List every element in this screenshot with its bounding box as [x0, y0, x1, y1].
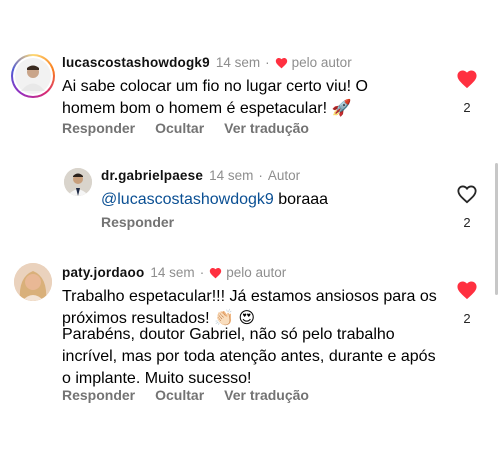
like-button[interactable]: 2 [455, 184, 479, 230]
username[interactable]: paty.jordaoo [62, 265, 144, 280]
like-button[interactable]: 2 [455, 280, 479, 326]
comment-text-paragraph-2: Parabéns, doutor Gabriel, não só pelo tr… [62, 326, 436, 387]
like-button[interactable]: 2 [455, 69, 479, 115]
comment-text: @lucascostashowdogk9 boraaa [101, 189, 431, 211]
like-count: 2 [463, 100, 471, 115]
comment-actions: Responder [101, 214, 194, 230]
author-heart-icon [210, 267, 222, 278]
avatar[interactable] [11, 54, 55, 98]
like-count: 2 [463, 311, 471, 326]
separator: · [199, 265, 205, 280]
reply-button[interactable]: Responder [62, 387, 135, 403]
username[interactable]: lucascostashowdogk9 [62, 55, 210, 70]
hide-button[interactable]: Ocultar [155, 387, 204, 403]
timestamp: 14 sem [150, 265, 195, 280]
timestamp: 14 sem [215, 55, 261, 70]
comment-meta: paty.jordaoo 14 sem · pelo autor [62, 265, 286, 280]
separator: · [265, 55, 270, 70]
comment-meta: dr.gabrielpaese 14 sem · Autor [101, 168, 300, 183]
mention-link[interactable]: @lucascostashowdogk9 [101, 191, 274, 208]
comment-text-body: boraaa [273, 191, 329, 208]
avatar-image [14, 263, 52, 301]
reply-button[interactable]: Responder [62, 120, 135, 136]
comment-meta: lucascostashowdogk9 14 sem · pelo autor [62, 55, 352, 70]
author-badge: pelo autor [226, 265, 287, 280]
avatar[interactable] [14, 263, 52, 301]
author-heart-icon [275, 57, 287, 68]
comment-actions: Responder Ocultar Ver tradução [62, 120, 329, 136]
hide-button[interactable]: Ocultar [155, 120, 204, 136]
author-label: Autor [267, 168, 301, 183]
author-badge: pelo autor [291, 55, 352, 70]
avatar[interactable] [64, 168, 92, 196]
like-count: 2 [463, 215, 471, 230]
avatar-image [64, 168, 92, 196]
username[interactable]: dr.gabrielpaese [101, 168, 203, 183]
heart-outline-icon [457, 185, 477, 204]
heart-filled-icon [457, 281, 477, 300]
comment-actions: Responder Ocultar Ver tradução [62, 387, 329, 403]
reply-button[interactable]: Responder [101, 214, 174, 230]
timestamp: 14 sem [209, 168, 254, 183]
translate-button[interactable]: Ver tradução [224, 120, 309, 136]
translate-button[interactable]: Ver tradução [224, 387, 309, 403]
scrollbar[interactable] [495, 163, 498, 295]
avatar-image [15, 58, 51, 94]
separator: · [258, 168, 263, 183]
heart-filled-icon [457, 70, 477, 89]
comment-text: Ai sabe colocar um fio no lugar certo vi… [62, 78, 368, 117]
